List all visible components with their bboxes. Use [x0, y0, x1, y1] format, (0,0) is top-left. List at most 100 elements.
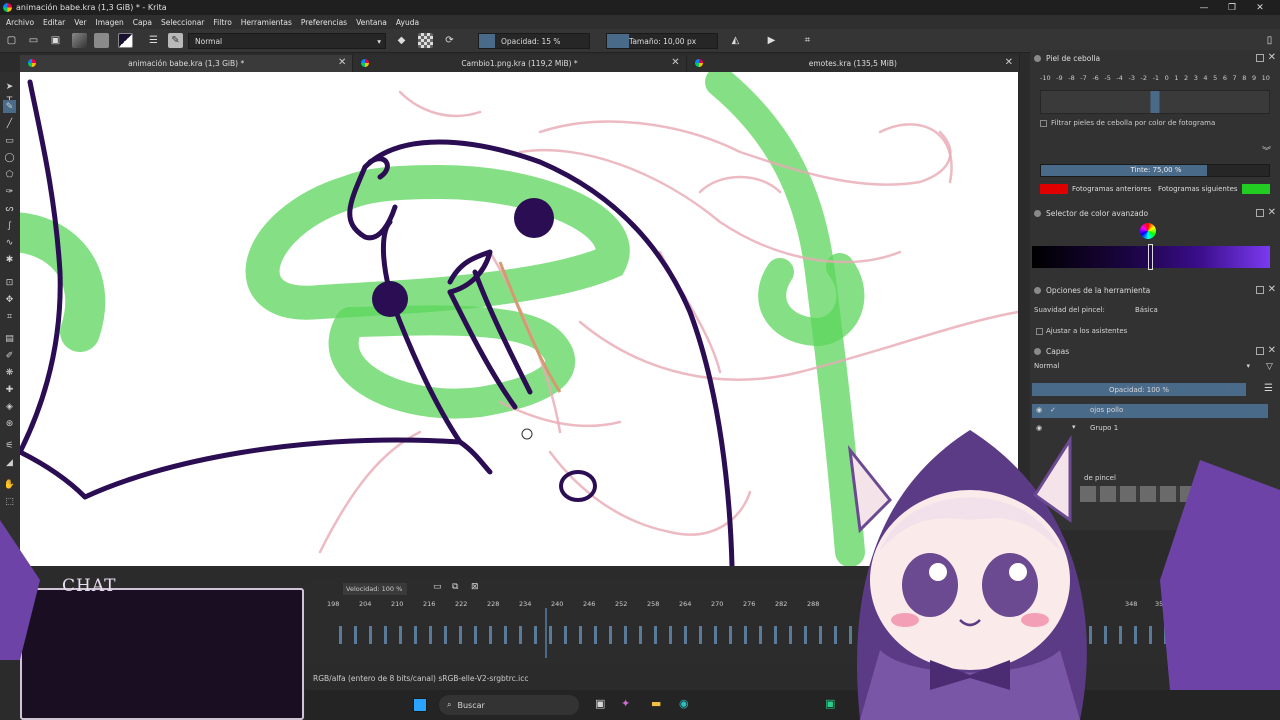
menu-archivo[interactable]: Archivo: [6, 18, 34, 27]
assist-checkbox[interactable]: [1036, 328, 1043, 335]
frame-number[interactable]: 288: [807, 600, 819, 608]
brush-preset-icon[interactable]: ✎: [168, 33, 183, 48]
colorize-mask-icon[interactable]: ❋: [3, 366, 16, 379]
onion-number[interactable]: -4: [1116, 74, 1122, 82]
frame-number[interactable]: 276: [743, 600, 755, 608]
frame-view-icon[interactable]: ▭: [433, 582, 442, 592]
file-explorer-icon[interactable]: ▬: [651, 697, 661, 710]
frame-number[interactable]: 204: [359, 600, 371, 608]
minimize-button[interactable]: —: [1190, 0, 1218, 15]
windows-start-icon[interactable]: [413, 698, 427, 712]
frame-number[interactable]: 216: [423, 600, 435, 608]
onion-opacity-bars[interactable]: [1040, 90, 1270, 114]
float-icon[interactable]: [1256, 209, 1264, 217]
menu-seleccionar[interactable]: Seleccionar: [161, 18, 204, 27]
frame-number[interactable]: 348: [1125, 600, 1137, 608]
selection-tool-icon[interactable]: ⬚: [3, 495, 16, 508]
frame-number[interactable]: 228: [487, 600, 499, 608]
frame-number[interactable]: 258: [647, 600, 659, 608]
frame-number[interactable]: 234: [519, 600, 531, 608]
filter-checkbox[interactable]: [1040, 120, 1047, 127]
onion-number[interactable]: -2: [1141, 74, 1147, 82]
crop-icon[interactable]: ⌗: [800, 33, 815, 48]
transform-tool-icon[interactable]: ⊡: [3, 276, 16, 289]
pan-tool-icon[interactable]: ✋: [3, 478, 16, 491]
open-folder-icon[interactable]: ▭: [26, 33, 41, 48]
save-icon[interactable]: ▣: [48, 33, 63, 48]
tab-animacion-babe[interactable]: animación babe.kra (1,3 GiB) * ✕: [20, 55, 354, 72]
frame-number[interactable]: 198: [327, 600, 339, 608]
onion-number[interactable]: 6: [1223, 74, 1227, 82]
frame-number[interactable]: 240: [551, 600, 563, 608]
opacity-slider[interactable]: Opacidad: 15 %: [478, 33, 590, 49]
speed-field[interactable]: Velocidad: 100 %: [343, 583, 407, 595]
tab-emotes[interactable]: emotes.kra (135,5 MiB) ✕: [687, 55, 1020, 72]
close-tab-icon[interactable]: ✕: [1005, 57, 1013, 68]
freehand-path-icon[interactable]: ᔕ: [3, 202, 16, 215]
filter-icon[interactable]: ▽: [1266, 362, 1273, 372]
maximize-button[interactable]: ❐: [1218, 0, 1246, 15]
frame-delete-icon[interactable]: ⊠: [471, 582, 479, 592]
onion-number[interactable]: -3: [1128, 74, 1134, 82]
frame-number[interactable]: 270: [711, 600, 723, 608]
mirror-vertical-icon[interactable]: ▶: [764, 33, 779, 48]
eraser-icon[interactable]: ◆: [394, 33, 409, 48]
playhead[interactable]: [545, 608, 547, 658]
menu-herramientas[interactable]: Herramientas: [241, 18, 292, 27]
smoothing-select[interactable]: Básica: [1135, 306, 1271, 314]
previous-frames-color[interactable]: [1040, 184, 1068, 194]
multibrush-icon[interactable]: ✱: [3, 253, 16, 266]
onion-number[interactable]: 9: [1252, 74, 1256, 82]
reference-tool-icon[interactable]: ◢: [3, 456, 16, 469]
measure-tool-icon[interactable]: ⚟: [3, 439, 16, 452]
onion-number[interactable]: 8: [1242, 74, 1246, 82]
menu-ayuda[interactable]: Ayuda: [396, 18, 419, 27]
gradient-tool-icon[interactable]: ▤: [3, 332, 16, 345]
gradient-icon[interactable]: [72, 33, 87, 48]
onion-number[interactable]: -5: [1104, 74, 1110, 82]
tab-cambio1[interactable]: Cambio1.png.kra (119,2 MiB) * ✕: [353, 55, 687, 72]
move-tool-icon[interactable]: ✥: [3, 293, 16, 306]
color-picker-icon[interactable]: ✐: [3, 349, 16, 362]
dynamic-brush-icon[interactable]: ∿: [3, 236, 16, 249]
layer-menu-icon[interactable]: ☰: [1264, 383, 1273, 394]
menu-ventana[interactable]: Ventana: [356, 18, 387, 27]
brush-settings-icon[interactable]: ☰: [146, 33, 161, 48]
frame-number[interactable]: 252: [615, 600, 627, 608]
onion-number[interactable]: 10: [1262, 74, 1270, 82]
check-icon[interactable]: ✓: [1050, 406, 1056, 414]
onion-number[interactable]: -7: [1080, 74, 1086, 82]
smart-patch-icon[interactable]: ✚: [3, 383, 16, 396]
dock-toggle-icon[interactable]: ▯: [1262, 33, 1277, 48]
expand-chevron-icon[interactable]: ︾: [1262, 144, 1271, 157]
onion-number[interactable]: 5: [1213, 74, 1217, 82]
path-tool-icon[interactable]: ✑: [3, 185, 16, 198]
onion-number[interactable]: -10: [1040, 74, 1051, 82]
onion-number[interactable]: -9: [1056, 74, 1062, 82]
onion-number[interactable]: 7: [1233, 74, 1237, 82]
blend-mode-select[interactable]: Normal ▾: [188, 33, 386, 49]
layer-blend-select[interactable]: Normal ▾: [1032, 362, 1252, 374]
rectangle-tool-icon[interactable]: ▭: [3, 134, 16, 147]
menu-ver[interactable]: Ver: [74, 18, 86, 27]
onion-number[interactable]: -6: [1092, 74, 1098, 82]
frame-number[interactable]: 264: [679, 600, 691, 608]
close-docker-icon[interactable]: ✕: [1268, 52, 1276, 63]
pattern-icon[interactable]: [94, 33, 109, 48]
brush-tool-icon[interactable]: ✎: [3, 100, 16, 113]
close-tab-icon[interactable]: ✕: [338, 57, 346, 68]
menu-capa[interactable]: Capa: [133, 18, 152, 27]
layer-opacity-slider[interactable]: Opacidad: 100 %: [1032, 383, 1246, 396]
calligraphy-icon[interactable]: ∫: [3, 219, 16, 232]
float-icon[interactable]: [1256, 286, 1264, 294]
onion-number[interactable]: 3: [1194, 74, 1198, 82]
menu-preferencias[interactable]: Preferencias: [301, 18, 347, 27]
frame-number[interactable]: 246: [583, 600, 595, 608]
frame-number[interactable]: 210: [391, 600, 403, 608]
ellipse-tool-icon[interactable]: ◯: [3, 151, 16, 164]
color-swatch-icon[interactable]: [118, 33, 133, 48]
close-docker-icon[interactable]: ✕: [1268, 284, 1276, 295]
copilot-icon[interactable]: ✦: [621, 697, 630, 710]
new-document-icon[interactable]: ▢: [4, 33, 19, 48]
color-wheel-icon[interactable]: [1140, 223, 1156, 239]
